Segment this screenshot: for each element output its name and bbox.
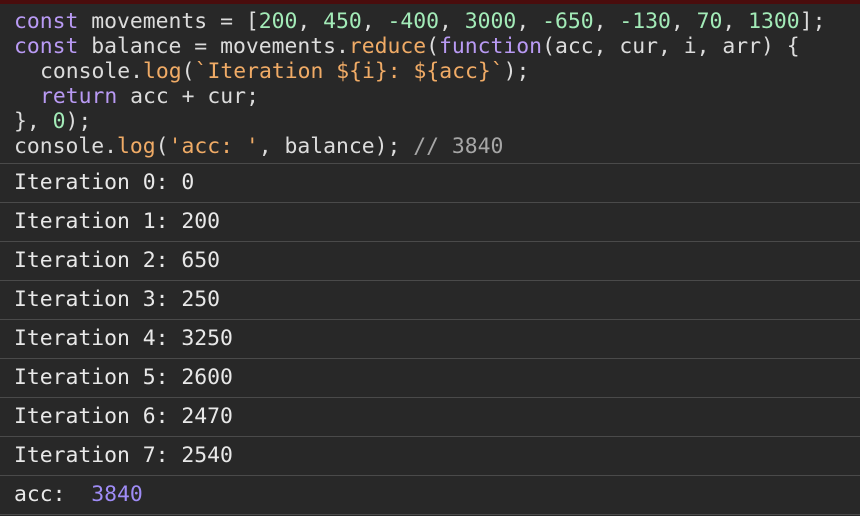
method-log: log bbox=[143, 59, 182, 84]
array-close: ]; bbox=[799, 9, 826, 34]
string-literal: 'acc: ' bbox=[168, 134, 259, 159]
separator: , bbox=[361, 9, 388, 34]
keyword-const: const bbox=[14, 9, 79, 34]
method-reduce: reduce bbox=[348, 34, 427, 59]
return-expression: acc + cur; bbox=[117, 84, 259, 109]
result-label: acc: bbox=[14, 482, 92, 507]
method-log: log bbox=[117, 134, 156, 159]
result-row: acc: 3840 bbox=[0, 476, 860, 515]
block-close: }, bbox=[14, 109, 53, 134]
code-line-5: }, 0); bbox=[14, 109, 846, 134]
code-line-4: return acc + cur; bbox=[14, 84, 846, 109]
balance-declaration: balance = movements. bbox=[78, 34, 349, 59]
movement-value: 200 bbox=[258, 9, 298, 34]
initial-value: 0 bbox=[52, 109, 66, 134]
log-arguments: , balance); bbox=[258, 134, 414, 159]
code-line-6: console.log('acc: ', balance); // 3840 bbox=[14, 134, 846, 159]
template-literal: `Iteration ${i}: ${acc}` bbox=[194, 59, 504, 84]
keyword-function: function bbox=[439, 34, 543, 59]
movement-value: 3000 bbox=[464, 9, 517, 34]
log-row: Iteration 1: 200 bbox=[0, 203, 860, 242]
console-output: Iteration 0: 0 Iteration 1: 200 Iteratio… bbox=[0, 164, 860, 515]
separator: , bbox=[593, 9, 620, 34]
open-paren: ( bbox=[426, 34, 440, 59]
keyword-return: return bbox=[40, 84, 118, 109]
console-object: console. bbox=[40, 59, 144, 84]
console-input-code[interactable]: const movements = [200, 450, -400, 3000,… bbox=[0, 4, 860, 164]
separator: , bbox=[297, 9, 324, 34]
movements-declaration: movements = [ bbox=[78, 9, 259, 34]
open-paren: ( bbox=[155, 134, 169, 159]
movement-value: 1300 bbox=[748, 9, 800, 34]
code-line-2: const balance = movements.reduce(functio… bbox=[14, 34, 846, 59]
callback-params: (acc, cur, i, arr) { bbox=[542, 34, 800, 59]
separator: , bbox=[722, 9, 749, 34]
code-comment: // 3840 bbox=[413, 134, 504, 159]
code-line-1: const movements = [200, 450, -400, 3000,… bbox=[14, 9, 846, 34]
code-line-3: console.log(`Iteration ${i}: ${acc}`); bbox=[14, 59, 846, 84]
close-paren: ); bbox=[503, 59, 530, 84]
result-value: 3840 bbox=[91, 482, 143, 507]
movement-value: 70 bbox=[696, 9, 723, 34]
separator: , bbox=[670, 9, 697, 34]
console-object: console. bbox=[14, 134, 118, 159]
separator: , bbox=[516, 9, 543, 34]
log-row: Iteration 2: 650 bbox=[0, 242, 860, 281]
log-row: Iteration 6: 2470 bbox=[0, 398, 860, 437]
log-row: Iteration 7: 2540 bbox=[0, 437, 860, 476]
open-paren: ( bbox=[181, 59, 195, 84]
keyword-const: const bbox=[14, 34, 79, 59]
movement-value: 450 bbox=[323, 9, 362, 34]
log-row: Iteration 4: 3250 bbox=[0, 320, 860, 359]
movement-value: -650 bbox=[542, 9, 594, 34]
log-row: Iteration 5: 2600 bbox=[0, 359, 860, 398]
log-row: Iteration 3: 250 bbox=[0, 281, 860, 320]
movement-value: -400 bbox=[387, 9, 440, 34]
close-paren: ); bbox=[65, 109, 92, 134]
movement-value: -130 bbox=[619, 9, 671, 34]
separator: , bbox=[439, 9, 465, 34]
log-row: Iteration 0: 0 bbox=[0, 164, 860, 203]
